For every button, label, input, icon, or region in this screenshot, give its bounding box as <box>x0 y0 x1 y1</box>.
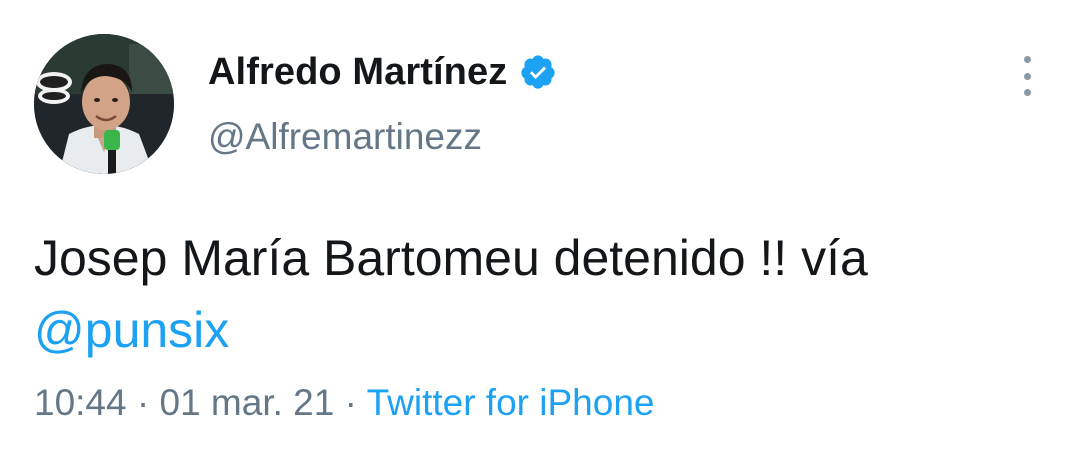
user-handle[interactable]: @Alfremartinezz <box>208 116 482 158</box>
name-row: Alfredo Martínez <box>208 48 557 96</box>
display-name[interactable]: Alfredo Martínez <box>208 51 507 94</box>
tweet-date: 01 mar. 21 <box>159 382 335 423</box>
tweet-text: Josep María Bartomeu detenido !! vía @pu… <box>34 222 1044 366</box>
more-vertical-icon[interactable] <box>1012 56 1042 96</box>
tweet-card: Alfredo Martínez @Alfremartinezz Josep M… <box>0 0 1080 456</box>
meta-separator: · <box>136 382 150 423</box>
tweet-meta: 10:44 · 01 mar. 21 · Twitter for iPhone <box>34 382 654 424</box>
tweet-time: 10:44 <box>34 382 127 423</box>
tweet-body: Josep María Bartomeu detenido !! vía <box>34 230 868 286</box>
meta-separator: · <box>344 382 357 423</box>
mention-link[interactable]: @punsix <box>34 302 229 358</box>
verified-badge-icon <box>519 53 557 91</box>
tweet-source-link[interactable]: Twitter for iPhone <box>367 382 655 423</box>
more-dot <box>1023 56 1031 63</box>
more-dot <box>1023 72 1031 80</box>
more-dot <box>1023 89 1031 96</box>
user-avatar[interactable] <box>34 34 174 174</box>
